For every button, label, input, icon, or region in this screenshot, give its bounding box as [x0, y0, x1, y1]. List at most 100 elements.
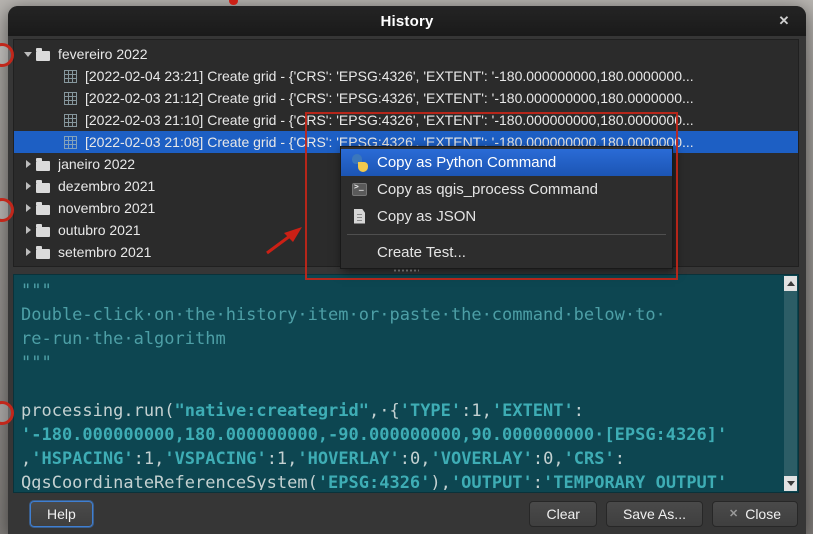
code-segment: """: [21, 281, 52, 301]
code-line: """: [21, 279, 782, 303]
context-menu: Copy as Python Command Copy as qgis_proce…: [340, 146, 673, 269]
code-segment: ,·{: [369, 401, 400, 421]
tree-row-label: [2022-02-03 21:10] Create grid - {'CRS':…: [85, 112, 694, 128]
history-group-row[interactable]: fevereiro 2022: [14, 43, 798, 65]
code-segment: ,: [21, 449, 31, 469]
close-button-x-icon: ✕: [729, 507, 738, 520]
splitter-dots-icon: [393, 269, 419, 272]
code-segment: "native:creategrid": [175, 401, 369, 421]
code-line: '-180.000000000,180.000000000,-90.000000…: [21, 423, 782, 447]
code-segment: 'HSPACING': [31, 449, 133, 469]
expander-closed-icon[interactable]: [20, 182, 36, 190]
folder-icon: [36, 161, 50, 171]
code-segment: ),: [430, 473, 450, 490]
code-segment: :: [574, 401, 584, 421]
menu-item-label: Copy as qgis_process Command: [377, 181, 598, 198]
expander-closed-icon[interactable]: [20, 226, 36, 234]
titlebar[interactable]: History ✕: [8, 6, 806, 36]
code-segment: :: [533, 473, 543, 490]
expander-closed-icon[interactable]: [20, 160, 36, 168]
menu-item-copy-as-qgis-process-command[interactable]: Copy as qgis_process Command: [341, 176, 672, 203]
close-button-label: Close: [745, 506, 781, 522]
folder-icon: [36, 183, 50, 193]
code-segment: :: [615, 449, 625, 469]
history-entry-row[interactable]: [2022-02-03 21:12] Create grid - {'CRS':…: [14, 87, 798, 109]
code-line: """: [21, 351, 782, 375]
code-segment: '-180.000000000,180.000000000,-90.000000…: [21, 425, 727, 445]
clear-button-label: Clear: [546, 506, 579, 522]
folder-icon: [36, 227, 50, 237]
button-bar: Help Clear Save As... ✕ Close: [8, 493, 806, 534]
history-entry-row[interactable]: [2022-02-04 23:21] Create grid - {'CRS':…: [14, 65, 798, 87]
save-as-button[interactable]: Save As...: [606, 501, 703, 527]
dialog-title: History: [380, 13, 433, 30]
menu-item-create-test[interactable]: Create Test...: [341, 239, 672, 266]
menu-item-label: Copy as JSON: [377, 208, 476, 225]
tree-row-label: [2022-02-03 21:12] Create grid - {'CRS':…: [85, 90, 694, 106]
code-line: [21, 375, 782, 399]
annotation-dot: [229, 0, 238, 5]
folder-icon: [36, 205, 50, 215]
code-line: ,'HSPACING':1,'VSPACING':1,'HOVERLAY':0,…: [21, 447, 782, 471]
tree-row-label: [2022-02-04 23:21] Create grid - {'CRS':…: [85, 68, 694, 84]
code-segment: 'VSPACING': [164, 449, 266, 469]
code-line: QgsCoordinateReferenceSystem('EPSG:4326'…: [21, 471, 782, 490]
tree-row-label: janeiro 2022: [58, 156, 135, 172]
code-segment: 'TYPE': [400, 401, 461, 421]
create-grid-algorithm-icon: [64, 70, 77, 83]
terminal-icon: [351, 181, 369, 199]
save-as-button-label: Save As...: [623, 506, 686, 522]
code-line: Double-click·on·the·history·item·or·past…: [21, 303, 782, 327]
create-grid-algorithm-icon: [64, 92, 77, 105]
code-segment: 'HOVERLAY': [297, 449, 399, 469]
tree-row-label: dezembro 2021: [58, 178, 155, 194]
json-icon: [351, 208, 369, 226]
python-code[interactable]: """ Double-click·on·the·history·item·or·p…: [21, 279, 782, 490]
code-segment: 'TEMPORARY_OUTPUT': [543, 473, 727, 490]
help-button[interactable]: Help: [30, 501, 93, 527]
code-segment: :1,: [461, 401, 492, 421]
code-segment: 'VOVERLAY': [430, 449, 532, 469]
history-entry-row[interactable]: [2022-02-03 21:10] Create grid - {'CRS':…: [14, 109, 798, 131]
expander-closed-icon[interactable]: [20, 248, 36, 256]
folder-icon: [36, 51, 50, 61]
menu-separator: [347, 234, 666, 235]
code-segment: """: [21, 353, 52, 373]
menu-icon-spacer: [351, 244, 369, 262]
help-button-label: Help: [47, 506, 76, 522]
history-dialog: History ✕ fevereiro 2022 [2022-02-04 23:2…: [8, 6, 806, 534]
tree-row-label: fevereiro 2022: [58, 46, 148, 62]
folder-icon: [36, 249, 50, 259]
window-close-icon[interactable]: ✕: [774, 11, 794, 31]
code-segment: :1,: [267, 449, 298, 469]
code-segment: :0,: [533, 449, 564, 469]
code-line: processing.run("native:creategrid",·{'TY…: [21, 399, 782, 423]
tree-row-label: setembro 2021: [58, 244, 151, 260]
tree-row-label: outubro 2021: [58, 222, 141, 238]
code-segment: 'EPSG:4326': [318, 473, 431, 490]
command-preview-editor[interactable]: """ Double-click·on·the·history·item·or·p…: [13, 274, 799, 493]
clear-button[interactable]: Clear: [529, 501, 596, 527]
menu-item-copy-as-json[interactable]: Copy as JSON: [341, 203, 672, 230]
code-segment: QgsCoordinateReferenceSystem(: [21, 473, 318, 490]
code-segment: Double-click·on·the·history·item·or·past…: [21, 305, 666, 325]
code-segment: 'OUTPUT': [451, 473, 533, 490]
code-line: re-run·the·algorithm: [21, 327, 782, 351]
tree-row-label: novembro 2021: [58, 200, 155, 216]
editor-scrollbar[interactable]: [784, 276, 797, 491]
code-segment: 'CRS': [564, 449, 615, 469]
scroll-up-icon[interactable]: [784, 276, 797, 291]
code-segment: processing.run(: [21, 401, 175, 421]
create-grid-algorithm-icon: [64, 136, 77, 149]
menu-item-copy-as-python-command[interactable]: Copy as Python Command: [341, 149, 672, 176]
code-segment: re-run·the·algorithm: [21, 329, 226, 349]
code-segment: :1,: [134, 449, 165, 469]
scroll-down-icon[interactable]: [784, 476, 797, 491]
code-segment: :0,: [400, 449, 431, 469]
python-icon: [351, 154, 369, 172]
expander-open-icon[interactable]: [20, 52, 36, 57]
expander-closed-icon[interactable]: [20, 204, 36, 212]
menu-item-label: Copy as Python Command: [377, 154, 556, 171]
action-buttons: Clear Save As... ✕ Close: [529, 501, 798, 527]
close-button[interactable]: ✕ Close: [712, 501, 798, 527]
